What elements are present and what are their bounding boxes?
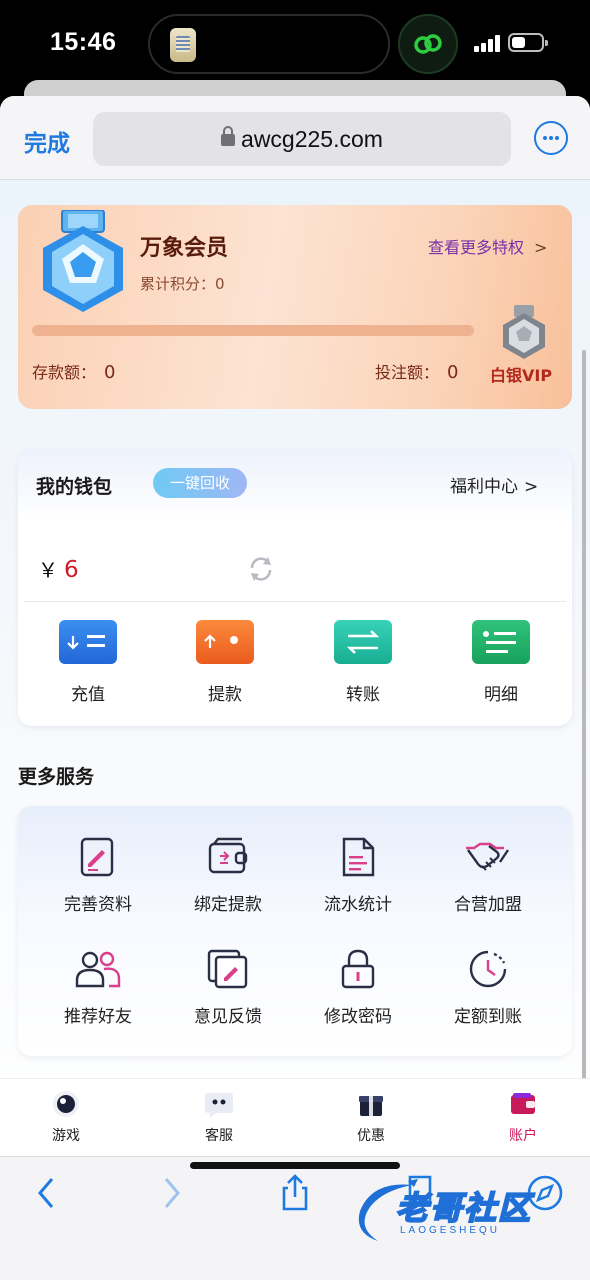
services-grid: 完善资料 绑定提款 流水统计 合营加盟 推荐好友 意见反馈 修改密码 定额到账 <box>18 806 572 1056</box>
chat-bubble-icon <box>204 1089 234 1119</box>
dynamic-island <box>148 14 390 74</box>
tab-account[interactable]: 账户 <box>473 1089 573 1145</box>
friends-icon <box>75 951 121 988</box>
withdraw-label: 提款 <box>208 685 242 705</box>
deposit-label: 充值 <box>71 685 105 705</box>
status-time: 15:46 <box>50 28 117 56</box>
wallet-icon <box>508 1089 538 1119</box>
member-title: 万象会员 <box>140 236 229 261</box>
status-bar: 15:46 <box>0 0 590 90</box>
clock-icon <box>469 950 507 988</box>
web-page: 万象会员 累计积分：0 查看更多特权 > 存款额： 0 投注额： 0 白银VIP 我的… <box>0 180 590 1180</box>
more-options-button[interactable] <box>534 121 568 155</box>
one-click-recycle-button[interactable]: 一键回收 <box>153 468 247 498</box>
bet-amount: 投注额： 0 <box>375 362 459 383</box>
url-text: awcg225.com <box>241 126 383 152</box>
service-feedback[interactable]: 意见反馈 <box>163 948 293 1027</box>
view-more-privileges-link[interactable]: 查看更多特权 > <box>428 234 547 258</box>
watermark-logo: 老哥社区 LAOGESHEQU <box>352 1179 582 1247</box>
details-button[interactable]: 明细 <box>456 620 546 705</box>
home-indicator[interactable] <box>190 1162 400 1169</box>
vip-level-label: 白银VIP <box>490 366 553 385</box>
member-card: 万象会员 累计积分：0 查看更多特权 > 存款额： 0 投注额： 0 白银VIP <box>18 205 572 409</box>
chevron-right-icon: > <box>534 238 548 257</box>
transfer-label: 转账 <box>346 685 380 705</box>
welfare-center-link[interactable]: 福利中心 > <box>450 472 538 497</box>
deposit-amount: 存款额： 0 <box>32 362 116 383</box>
transfer-button[interactable]: 转账 <box>318 620 408 705</box>
silver-badge-icon <box>503 305 545 359</box>
withdraw-icon <box>196 620 254 664</box>
address-bar: 完成 awcg225.com <box>0 96 590 180</box>
service-partnership[interactable]: 合营加盟 <box>423 836 553 915</box>
browser-toolbar: 老哥社区 LAOGESHEQU <box>0 1156 590 1280</box>
details-icon <box>472 620 530 664</box>
url-field[interactable]: awcg225.com <box>93 112 511 166</box>
page-scrollbar[interactable] <box>582 350 586 1130</box>
watermark-subtitle: LAOGESHEQU <box>400 1225 501 1236</box>
link-icon <box>398 14 458 74</box>
balance-value: 6 <box>64 557 79 583</box>
feedback-icon <box>207 949 248 989</box>
points-text: 累计积分：0 <box>140 275 225 293</box>
back-icon[interactable] <box>28 1173 68 1213</box>
app-tab-bar: 游戏 客服 优惠 账户 <box>0 1078 590 1156</box>
tab-games[interactable]: 游戏 <box>16 1089 116 1145</box>
share-icon[interactable] <box>275 1173 315 1213</box>
deposit-button[interactable]: 充值 <box>43 620 133 705</box>
browser-sheet: 完成 awcg225.com 万象会员 累计积分：0 查看更多特权 > 存款额：… <box>0 96 590 1280</box>
tab-customer-service[interactable]: 客服 <box>169 1089 269 1145</box>
service-change-password[interactable]: 修改密码 <box>293 948 423 1027</box>
divider <box>24 601 566 602</box>
service-fixed-credit[interactable]: 定额到账 <box>423 948 553 1027</box>
wallet-card: 我的钱包 一键回收 福利中心 > ￥ 6 充值 提款 转账 明细 <box>18 450 572 726</box>
transfer-icon <box>334 620 392 664</box>
service-turnover-stats[interactable]: 流水统计 <box>293 836 423 915</box>
deposit-icon <box>59 620 117 664</box>
chevron-right-icon: > <box>524 477 539 497</box>
handshake-icon <box>466 842 509 871</box>
done-button[interactable]: 完成 <box>24 124 70 158</box>
vip-progress-bar <box>32 325 474 336</box>
service-complete-profile[interactable]: 完善资料 <box>33 836 163 915</box>
wallet-balance: ￥ 6 <box>38 557 79 583</box>
app-thumbnail-icon <box>170 28 196 62</box>
watermark-title: 老哥社区 <box>395 1188 533 1228</box>
battery-icon <box>508 33 548 52</box>
withdraw-button[interactable]: 提款 <box>180 620 270 705</box>
lock-icon <box>221 126 236 146</box>
points-value: 0 <box>215 275 225 293</box>
service-bind-withdrawal[interactable]: 绑定提款 <box>163 836 293 915</box>
service-refer-friends[interactable]: 推荐好友 <box>33 948 163 1027</box>
wallet-title: 我的钱包 <box>36 476 113 498</box>
game-eye-icon <box>51 1089 81 1119</box>
gift-icon <box>356 1089 386 1119</box>
medal-icon <box>43 210 123 312</box>
more-services-heading: 更多服务 <box>18 766 95 788</box>
forward-icon[interactable] <box>150 1173 190 1213</box>
tab-promotions[interactable]: 优惠 <box>321 1089 421 1145</box>
lock-icon <box>341 949 375 989</box>
document-icon <box>342 837 375 877</box>
edit-profile-icon <box>80 837 114 877</box>
wallet-card-icon <box>208 837 248 874</box>
refresh-icon[interactable] <box>246 554 276 584</box>
details-label: 明细 <box>484 685 518 705</box>
cellular-signal-icon <box>474 34 502 52</box>
